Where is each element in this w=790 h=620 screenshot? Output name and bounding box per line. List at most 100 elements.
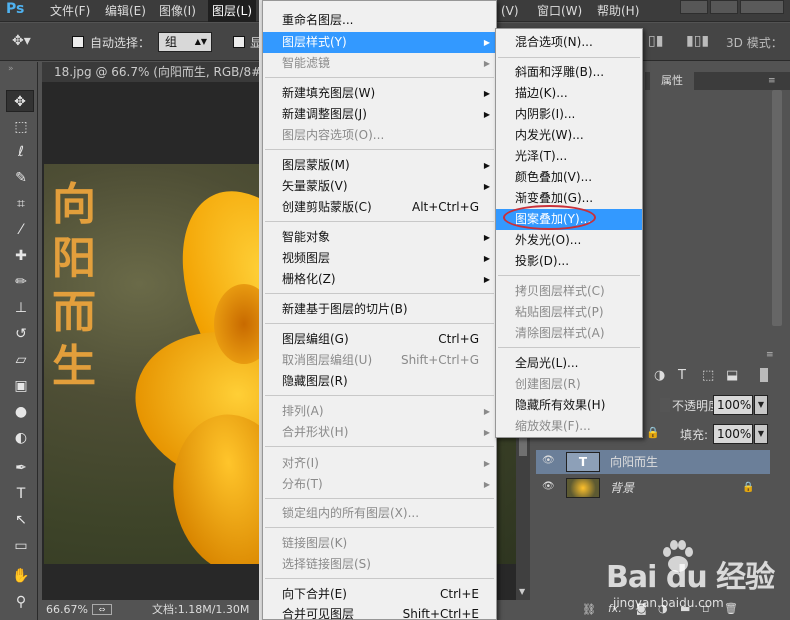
tab-properties[interactable]: 属性 (650, 72, 694, 90)
opacity-field[interactable]: 100% (713, 395, 753, 415)
hand-tool-icon[interactable]: ✋ (9, 565, 33, 587)
submenu-arrow-icon: ▶ (483, 428, 490, 437)
show-transform-checkbox[interactable] (233, 36, 245, 48)
menu-item-layer-mask[interactable]: 图层蒙版(M) ▶ (263, 155, 496, 176)
menu-item-video-layer[interactable]: 视频图层 ▶ (263, 248, 496, 269)
text-layer-thumb: T (566, 452, 600, 472)
quick-select-tool-icon[interactable]: ✎ (9, 167, 33, 189)
path-selection-tool-icon[interactable]: ↖ (9, 509, 33, 531)
blur-tool-icon[interactable]: ● (9, 401, 33, 423)
clone-stamp-tool-icon[interactable]: ⊥ (9, 297, 33, 319)
distribute-horizontal-icon[interactable]: ▮▯▮ (686, 33, 709, 49)
menu-item-rename-layer[interactable]: 重命名图层... (263, 10, 496, 31)
healing-brush-tool-icon[interactable]: ✚ (9, 245, 33, 267)
menu-item-global-light[interactable]: 全局光(L)... (496, 353, 642, 374)
menu-edit[interactable]: 编辑(E) (101, 3, 150, 19)
gradient-tool-icon[interactable]: ▣ (9, 375, 33, 397)
menu-window[interactable]: 窗口(W) (533, 3, 586, 19)
close-window-button[interactable] (740, 0, 784, 14)
submenu-arrow-icon: ▶ (483, 59, 490, 68)
panel-collapse-icon[interactable]: » (8, 64, 14, 74)
menu-item-hide-all-effects[interactable]: 隐藏所有效果(H) (496, 395, 642, 416)
menu-item-select-linked: 选择链接图层(S) (282, 557, 371, 571)
lock-all-icon[interactable]: 🔒 (646, 426, 660, 439)
filter-shape-icon[interactable]: ⬚ (702, 368, 714, 383)
menu-view[interactable]: (V) (497, 3, 523, 19)
menu-item-bevel-emboss[interactable]: 斜面和浮雕(B)... (496, 62, 642, 83)
history-brush-tool-icon[interactable]: ↺ (9, 323, 33, 345)
menu-file[interactable]: 文件(F) (46, 3, 94, 19)
visibility-eye-icon[interactable]: 👁 (542, 456, 555, 466)
menu-item-merge-visible[interactable]: 合并可见图层 Shift+Ctrl+E (263, 604, 496, 620)
visibility-eye-icon[interactable]: 👁 (542, 482, 555, 492)
menu-item-drop-shadow[interactable]: 投影(D)... (496, 251, 642, 272)
zoom-tool-icon[interactable]: ⚲ (9, 591, 33, 613)
panel-scrollbar[interactable] (772, 90, 782, 326)
minimize-button[interactable] (680, 0, 708, 14)
zoom-level[interactable]: 66.67% (46, 600, 88, 620)
menu-item-link-layers: 链接图层(K) (282, 536, 348, 550)
status-icon[interactable]: ⇔ (92, 604, 112, 615)
filter-smart-icon[interactable]: ⬓ (726, 368, 738, 383)
layer-row-background[interactable]: 👁 背景 🔒 (536, 476, 770, 500)
marquee-tool-icon[interactable]: ⬚ (9, 116, 33, 138)
menu-layer[interactable]: 图层(L) (208, 0, 257, 22)
maximize-button[interactable] (710, 0, 738, 14)
menu-item-vector-mask[interactable]: 矢量蒙版(V) ▶ (263, 176, 496, 197)
scroll-down-icon[interactable]: ▼ (519, 587, 525, 596)
menu-item-color-overlay[interactable]: 颜色叠加(V)... (496, 167, 642, 188)
type-tool-icon[interactable]: T (9, 483, 33, 505)
eraser-tool-icon[interactable]: ▱ (9, 349, 33, 371)
menu-item-blending-options[interactable]: 混合选项(N)... (496, 32, 642, 53)
layer-menu: 重命名图层... 图层样式(Y) ▶ 智能滤镜 ▶ 新建填充图层(W) ▶ 新建调整图… (262, 0, 497, 620)
move-tool-icon[interactable]: ✥▾ (12, 33, 31, 49)
watermark-brand: Bai du 经验 (606, 560, 775, 595)
layers-panel-menu-icon[interactable]: ≡ (766, 350, 774, 360)
panel-menu-icon[interactable]: ≡ (768, 76, 776, 86)
lasso-tool-icon[interactable]: ℓ (9, 141, 33, 163)
distribute-icon[interactable]: ▯▮ (648, 33, 663, 49)
menu-item-smart-object[interactable]: 智能对象 ▶ (263, 227, 496, 248)
brush-tool-icon[interactable]: ✏ (9, 271, 33, 293)
menu-separator (498, 275, 640, 276)
menu-item-new-slice[interactable]: 新建基于图层的切片(B) (263, 299, 496, 320)
menu-item-new-adjustment-layer[interactable]: 新建调整图层(J) ▶ (263, 104, 496, 125)
fill-dropdown-icon[interactable]: ▼ (754, 424, 768, 444)
menu-item-satin[interactable]: 光泽(T)... (496, 146, 642, 167)
layer-row-text[interactable]: 👁 T 向阳而生 (536, 450, 770, 474)
fill-field[interactable]: 100% (713, 424, 753, 444)
menu-item-outer-glow[interactable]: 外发光(O)... (496, 230, 642, 251)
menu-item-stroke[interactable]: 描边(K)... (496, 83, 642, 104)
filter-type-icon[interactable]: T (678, 368, 686, 383)
menu-item-inner-glow[interactable]: 内发光(W)... (496, 125, 642, 146)
dodge-tool-icon[interactable]: ◐ (9, 427, 33, 449)
rectangle-tool-icon[interactable]: ▭ (9, 535, 33, 557)
menu-help[interactable]: 帮助(H) (593, 3, 643, 19)
menu-item-group-layers[interactable]: 图层编组(G) Ctrl+G (263, 329, 496, 350)
menu-item-new-fill-layer[interactable]: 新建填充图层(W) ▶ (263, 83, 496, 104)
layer-style-submenu: 混合选项(N)... 斜面和浮雕(B)... 描边(K)... 内阴影(I)..… (495, 28, 643, 438)
filter-adjust-icon[interactable]: ◑ (654, 368, 665, 383)
crop-tool-icon[interactable]: ⌗ (9, 193, 33, 215)
submenu-arrow-icon: ▶ (483, 480, 490, 489)
layer-name[interactable]: 向阳而生 (610, 450, 658, 474)
link-layers-icon[interactable]: ⛓ (582, 603, 596, 616)
menu-item-clipping-mask[interactable]: 创建剪贴蒙版(C) Alt+Ctrl+G (263, 197, 496, 218)
document-tab[interactable]: 18.jpg @ 66.7% (向阳而生, RGB/8#) * (42, 62, 264, 82)
filter-toggle[interactable] (760, 368, 768, 382)
menu-separator (265, 221, 494, 222)
menu-item-hide-layers[interactable]: 隐藏图层(R) (263, 371, 496, 392)
menu-item-merge-down[interactable]: 向下合并(E) Ctrl+E (263, 584, 496, 605)
layer-name[interactable]: 背景 (610, 476, 634, 500)
menu-item-layer-style[interactable]: 图层样式(Y) ▶ (263, 32, 496, 53)
auto-select-checkbox[interactable] (72, 36, 84, 48)
menu-item-inner-shadow[interactable]: 内阴影(I)... (496, 104, 642, 125)
auto-select-dropdown[interactable]: 组 ▲▼ (158, 32, 212, 52)
move-tool-icon[interactable]: ✥ (6, 90, 34, 112)
menu-separator (265, 293, 494, 294)
eyedropper-tool-icon[interactable]: ⁄ (9, 219, 33, 241)
menu-image[interactable]: 图像(I) (155, 3, 200, 19)
pen-tool-icon[interactable]: ✒ (9, 457, 33, 479)
opacity-dropdown-icon[interactable]: ▼ (754, 395, 768, 415)
menu-item-rasterize[interactable]: 栅格化(Z) ▶ (263, 269, 496, 290)
